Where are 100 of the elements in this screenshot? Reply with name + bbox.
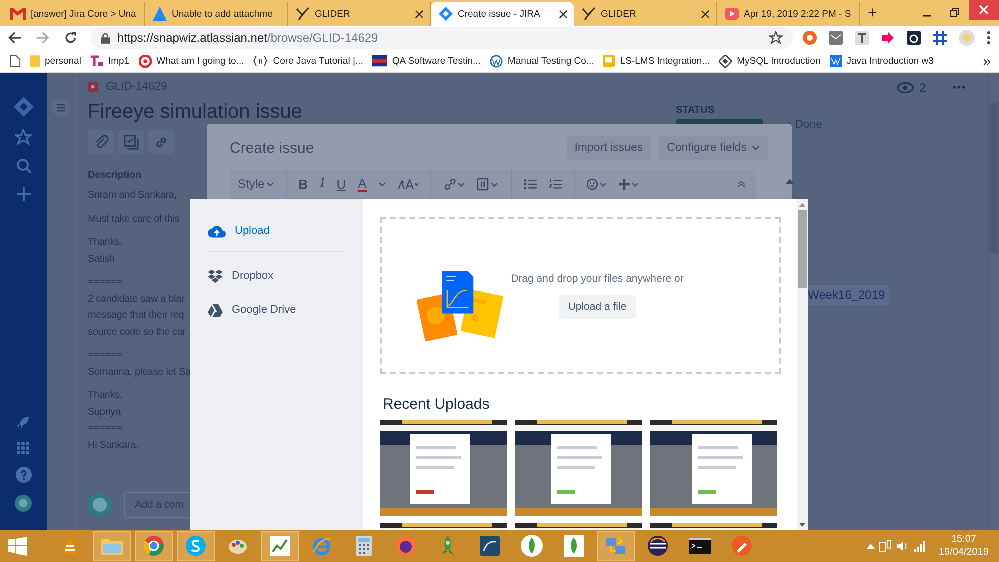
drop-zone[interactable]: Drag and drop your files anywhere or Upload a file — [380, 217, 781, 374]
tab-title: Apr 19, 2019 2:22 PM - S — [744, 8, 852, 20]
browser-tab[interactable]: Create issue - JIRA — [431, 2, 574, 26]
drop-instruction: Drag and drop your files anywhere or — [511, 272, 684, 284]
grid-hash-icon[interactable] — [933, 31, 948, 45]
star-icon[interactable] — [15, 129, 32, 146]
swoosh-icon — [296, 7, 310, 21]
bookmark[interactable]: What am I going to... — [138, 54, 244, 68]
close-icon[interactable] — [415, 10, 424, 18]
app-grid-icon[interactable] — [17, 442, 30, 455]
paperclip-icon — [94, 134, 108, 150]
lock-icon — [101, 32, 110, 44]
scrollbar[interactable] — [987, 73, 999, 530]
cloud-upload-icon — [208, 224, 226, 238]
address-field[interactable]: https://snapwiz.atlassian.net/browse/GLID-14629 — [91, 27, 794, 49]
bookmark[interactable]: Core Java Tutorial |... — [253, 55, 364, 67]
recent-uploads-heading: Recent Uploads — [383, 396, 491, 413]
restore-icon[interactable] — [950, 8, 960, 18]
help-icon[interactable] — [16, 467, 32, 483]
caret-icon[interactable] — [378, 182, 386, 186]
extension-icon[interactable] — [855, 31, 870, 45]
drive-icon — [208, 304, 223, 316]
swirl-icon — [138, 54, 152, 68]
plus-icon[interactable] — [16, 186, 32, 202]
collapse-icon[interactable] — [737, 180, 746, 188]
tile-icon — [830, 55, 842, 67]
menu-icon[interactable] — [987, 31, 992, 45]
attach-button[interactable] — [88, 130, 114, 154]
bullet-list-icon[interactable] — [524, 178, 537, 190]
diamond-icon — [719, 54, 732, 68]
scroll-down-icon[interactable] — [799, 523, 806, 527]
signal-icon[interactable] — [912, 540, 927, 552]
star-icon[interactable] — [769, 31, 784, 45]
globe-icon — [490, 54, 503, 68]
diamond-logo-icon[interactable] — [14, 97, 34, 117]
plus-icon[interactable] — [618, 178, 639, 190]
attachment-icon[interactable] — [476, 178, 499, 190]
description-text: ====== — [88, 422, 122, 436]
scroll-up-icon[interactable] — [799, 203, 806, 207]
mail-icon — [10, 8, 26, 20]
square-icon — [603, 55, 616, 67]
tab-title: Unable to add attachme — [172, 8, 274, 20]
description-text: ====== — [88, 349, 122, 363]
avatar-icon — [88, 493, 112, 517]
chart-icon[interactable] — [261, 531, 299, 561]
badge-icon — [90, 54, 104, 68]
chrome-icon[interactable] — [135, 531, 173, 561]
tray-expand-icon[interactable] — [866, 544, 875, 548]
url-text: https://snapwiz.atlassian.net/browse/GLID-14629 — [117, 31, 378, 45]
new-tab-button[interactable]: + — [860, 2, 886, 26]
upload-file-button[interactable]: Upload a file — [559, 294, 636, 318]
source-tab[interactable]: Upload — [208, 219, 345, 243]
bookmark[interactable]: MySQL Introduction — [719, 54, 821, 68]
reload-icon[interactable] — [64, 31, 78, 45]
eye-icon[interactable] — [896, 82, 914, 94]
envelope-icon[interactable] — [829, 31, 844, 45]
tab-title: GLIDER — [315, 8, 352, 20]
scrollbar[interactable] — [797, 199, 808, 530]
link-icon[interactable] — [442, 178, 465, 190]
close-window-button[interactable] — [969, 0, 999, 20]
emoji-icon[interactable] — [586, 178, 607, 190]
page-icon[interactable] — [10, 54, 21, 68]
description-text: ====== — [88, 276, 122, 290]
close-icon — [979, 5, 989, 15]
tab-title: [answer] Jira Core > Una — [31, 8, 138, 20]
scroll-up-icon[interactable] — [786, 179, 794, 184]
link-icon — [154, 134, 168, 150]
skype-icon[interactable] — [177, 531, 215, 561]
avatar-icon[interactable] — [15, 495, 32, 512]
triangle-icon — [153, 7, 167, 21]
close-icon[interactable] — [701, 10, 710, 18]
caret-icon — [266, 182, 274, 186]
extension-icon[interactable] — [907, 31, 922, 45]
checklist-button[interactable] — [118, 130, 144, 154]
checkbox-icon — [124, 134, 138, 150]
close-icon[interactable] — [559, 10, 568, 18]
volume-icon[interactable] — [896, 540, 909, 552]
forward-icon[interactable] — [36, 31, 50, 45]
diamond-icon — [439, 7, 453, 21]
link-button[interactable] — [148, 130, 174, 154]
source-tab[interactable]: Dropbox — [208, 264, 345, 288]
bookmark[interactable]: Imp1 — [90, 54, 130, 68]
text-size-icon[interactable] — [398, 178, 418, 190]
folder-icon — [30, 54, 40, 68]
source-tab[interactable]: Google Drive — [208, 298, 345, 322]
braces-icon — [253, 55, 268, 67]
numbered-list-icon[interactable] — [548, 178, 562, 190]
power-icon[interactable] — [878, 540, 892, 552]
start-icon[interactable] — [8, 536, 27, 556]
more-bookmarks-button[interactable]: » — [983, 53, 991, 69]
back-icon[interactable] — [8, 31, 22, 45]
bookmark[interactable]: LS-LMS Integration... — [603, 55, 710, 67]
bookmark[interactable]: Java Introduction w3 — [830, 55, 934, 67]
swoosh-icon — [582, 7, 596, 21]
bookmark[interactable]: Manual Testing Co... — [490, 54, 594, 68]
bookmark[interactable]: personal — [30, 54, 82, 68]
scroll-thumb[interactable] — [798, 210, 807, 288]
bookmark[interactable]: QA Software Testin... — [372, 55, 481, 67]
search-icon[interactable] — [16, 158, 32, 174]
play-icon — [725, 7, 739, 21]
